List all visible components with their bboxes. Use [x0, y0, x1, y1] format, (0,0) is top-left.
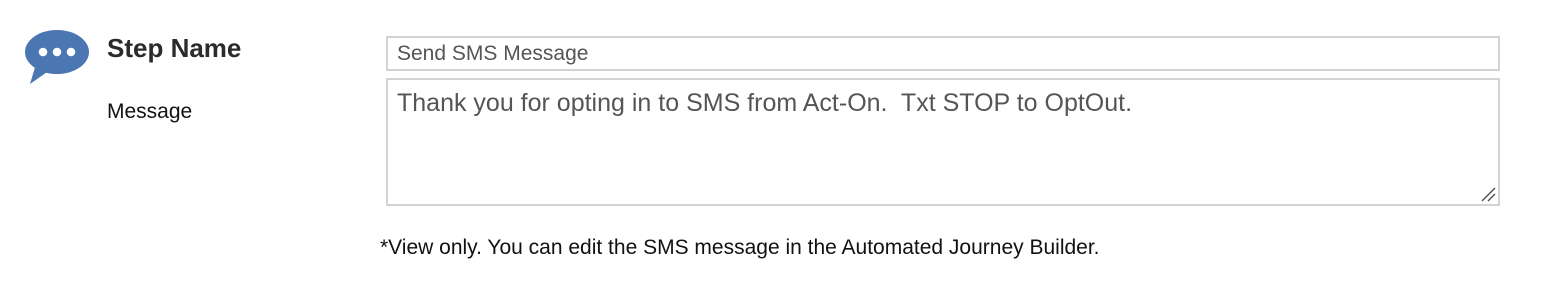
view-only-footnote: *View only. You can edit the SMS message…	[380, 236, 1100, 259]
step-name-label: Step Name	[107, 33, 242, 63]
message-textarea[interactable]: Thank you for opting in to SMS from Act-…	[386, 78, 1500, 206]
resize-handle-icon[interactable]	[1480, 186, 1496, 202]
step-name-input[interactable]	[386, 36, 1500, 71]
message-label: Message	[107, 100, 193, 123]
sms-step-panel: Step Name Message Thank you for opting i…	[0, 0, 1550, 294]
chat-bubble-icon	[25, 30, 89, 84]
